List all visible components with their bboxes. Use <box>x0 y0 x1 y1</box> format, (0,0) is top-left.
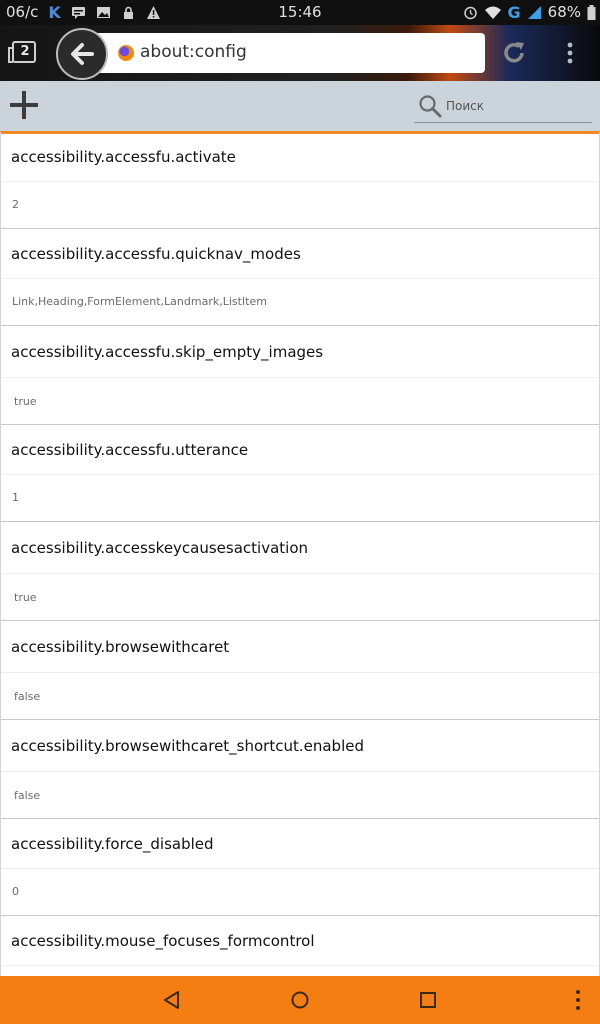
config-action-bar <box>0 81 600 134</box>
pref-row[interactable]: accessibility.accessfu.activate 2 <box>1 132 599 229</box>
pref-value: 2 <box>12 198 19 211</box>
pref-name: accessibility.accessfu.utterance <box>1 425 599 475</box>
pref-value: false <box>14 789 41 802</box>
pref-name: accessibility.browsewithcaret_shortcut.e… <box>1 720 599 772</box>
back-button[interactable] <box>56 28 108 80</box>
nav-back-icon[interactable] <box>160 988 184 1012</box>
firefox-favicon-icon <box>118 45 134 61</box>
wifi-icon <box>484 6 501 19</box>
pref-name: accessibility.accesskeycausesactivation <box>1 522 599 574</box>
nav-menu-icon[interactable] <box>566 988 590 1012</box>
arrow-left-icon <box>71 43 94 65</box>
pref-value: false <box>14 690 41 703</box>
pref-row[interactable]: accessibility.accesskeycausesactivation … <box>1 522 599 621</box>
tabs-counter-button[interactable]: 2 <box>8 41 36 63</box>
nav-home-icon[interactable] <box>288 988 312 1012</box>
alarm-icon <box>463 6 477 19</box>
pref-name: accessibility.force_disabled <box>1 819 599 869</box>
pref-row[interactable]: accessibility.accessfu.skip_empty_images… <box>1 326 599 425</box>
pref-row[interactable]: accessibility.browsewithcaret false <box>1 621 599 720</box>
screen: 06/c K 15:46 G 68% 2 about:config Поиск … <box>0 0 600 1024</box>
signal-icon <box>527 5 541 19</box>
search-box[interactable] <box>414 91 592 123</box>
pref-value: true <box>14 591 37 604</box>
pref-row[interactable]: accessibility.browsewithcaret_shortcut.e… <box>1 720 599 819</box>
url-bar[interactable]: about:config <box>85 33 485 73</box>
add-pref-icon[interactable] <box>8 89 40 121</box>
browser-toolbar: 2 about:config <box>0 25 600 81</box>
pref-row[interactable]: accessibility.force_disabled 0 <box>1 819 599 916</box>
pref-list: accessibility.accessfu.activate 2 access… <box>0 132 600 976</box>
pref-name: accessibility.accessfu.activate <box>1 132 599 182</box>
pref-name: accessibility.mouse_focuses_formcontrol <box>1 916 599 966</box>
overflow-menu-icon[interactable] <box>564 41 576 65</box>
pref-value: 1 <box>12 491 19 504</box>
pref-row[interactable]: accessibility.accessfu.utterance 1 <box>1 425 599 522</box>
nav-recents-icon[interactable] <box>416 988 440 1012</box>
pref-value: true <box>14 395 37 408</box>
system-nav-bar <box>0 976 600 1024</box>
pref-name: accessibility.accessfu.skip_empty_images <box>1 326 599 378</box>
battery-label: 68% <box>547 3 581 21</box>
status-right: G 68% <box>463 3 596 21</box>
battery-icon <box>587 4 596 20</box>
pref-name: accessibility.accessfu.quicknav_modes <box>1 229 599 279</box>
pref-value: 0 <box>12 885 19 898</box>
reload-icon[interactable] <box>500 39 528 67</box>
search-icon <box>419 95 442 118</box>
status-bar: 06/c K 15:46 G 68% <box>0 0 600 25</box>
network-type-label: G <box>507 2 521 22</box>
search-input[interactable] <box>446 96 586 116</box>
pref-row[interactable]: accessibility.mouse_focuses_formcontrol <box>1 916 599 976</box>
pref-value: Link,Heading,FormElement,Landmark,ListIt… <box>12 295 267 308</box>
pref-row[interactable]: accessibility.accessfu.quicknav_modes Li… <box>1 229 599 326</box>
pref-name: accessibility.browsewithcaret <box>1 621 599 673</box>
pref-value <box>1 966 599 976</box>
url-text: about:config <box>140 42 247 62</box>
tabs-count: 2 <box>20 44 30 59</box>
